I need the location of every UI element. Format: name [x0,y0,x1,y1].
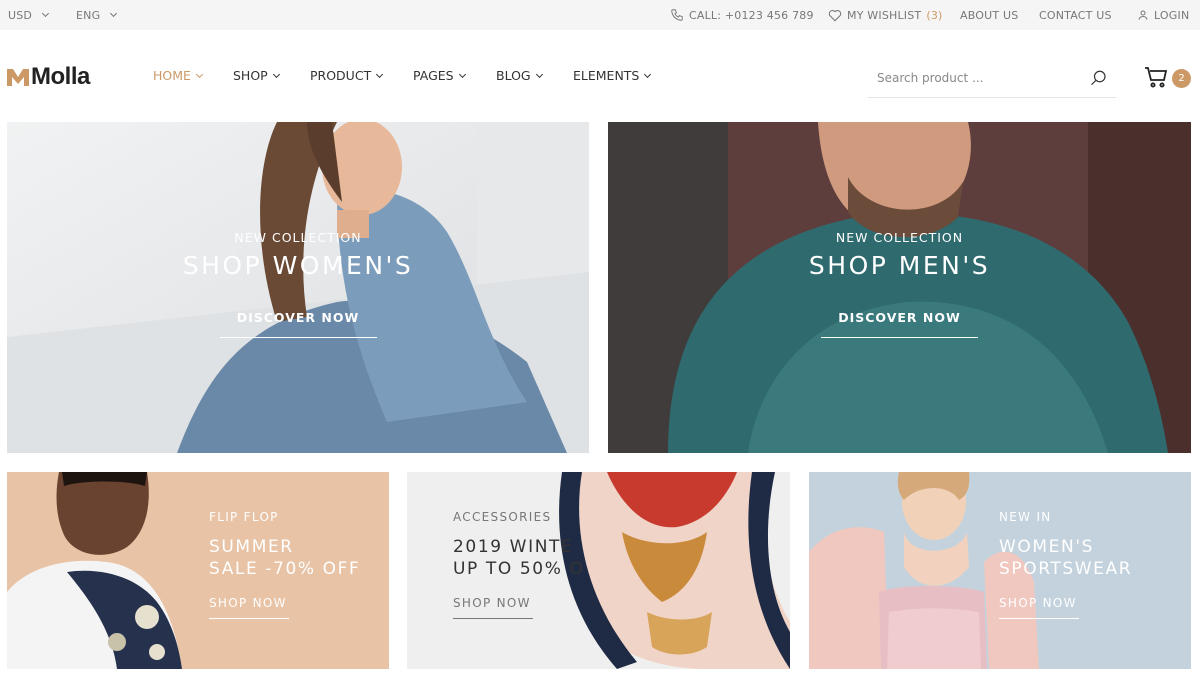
chevron-down-icon [376,70,384,78]
call-link[interactable]: CALL: +0123 456 789 [670,0,814,30]
logo-text: Molla [31,63,90,90]
search-icon[interactable] [1090,69,1108,87]
call-label: CALL: +0123 456 789 [689,8,814,22]
banner-flipflop-subtitle: FLIP FLOP [209,510,279,524]
language-label: ENG [76,8,101,22]
phone-icon [671,9,683,21]
logo-mark-icon [7,69,29,86]
banner-sportswear-title: WOMEN'S SPORTSWEAR [999,537,1133,579]
search-input[interactable] [877,68,1077,88]
chevron-down-icon [195,70,203,78]
banner-women-subtitle: NEW COLLECTION [234,230,362,245]
nav-home-label: HOME [153,68,191,83]
nav-pages[interactable]: PAGES [413,68,496,83]
search-box [868,60,1116,98]
banner-men[interactable]: NEW COLLECTION SHOP MEN'S DISCOVER NOW [608,122,1191,453]
banner-men-title: SHOP MEN'S [808,251,991,280]
header: Molla HOME SHOP PRODUCT PAGES BLOG ELEME… [0,30,1200,122]
chevron-down-icon [458,70,466,78]
cart-count-badge: 2 [1172,69,1191,88]
wishlist-label: MY WISHLIST [847,8,922,22]
nav-product-label: PRODUCT [310,68,372,83]
chevron-down-icon [272,70,280,78]
nav-blog[interactable]: BLOG [496,68,573,83]
banner-flipflop[interactable]: FLIP FLOP SUMMER SALE -70% OFF SHOP NOW [7,472,389,669]
about-link[interactable]: ABOUT US [960,0,1018,30]
banner-women-title: SHOP WOMEN'S [182,251,414,280]
nav-blog-label: BLOG [496,68,531,83]
banner-accessories[interactable]: ACCESSORIES 2019 WINTE UP TO 50% O SHOP … [407,472,790,669]
banner-women-discover-button[interactable]: DISCOVER NOW [219,310,377,338]
nav-shop[interactable]: SHOP [233,68,310,83]
banner-sportswear-subtitle: NEW IN [999,510,1052,524]
nav-product[interactable]: PRODUCT [310,68,413,83]
heart-icon [828,9,842,21]
wishlist-count: (3) [926,8,943,22]
banner-women-content: NEW COLLECTION SHOP WOMEN'S DISCOVER NOW [7,230,589,338]
banner-men-discover-button[interactable]: DISCOVER NOW [821,310,978,338]
banner-men-content: NEW COLLECTION SHOP MEN'S DISCOVER NOW [608,230,1191,338]
about-label: ABOUT US [960,8,1019,22]
banner-flipflop-shop-button[interactable]: SHOP NOW [209,596,289,619]
nav-home[interactable]: HOME [153,68,233,83]
banner-accessories-shop-button[interactable]: SHOP NOW [453,596,533,619]
logo[interactable]: Molla [7,63,90,91]
chevron-down-icon [644,70,652,78]
currency-selector[interactable]: USD [8,0,50,30]
top-bar: USD ENG CALL: +0123 456 789 MY WISHLIST … [0,0,1200,30]
user-icon [1138,10,1148,20]
currency-label: USD [8,8,33,22]
banner-sportswear-content: NEW IN WOMEN'S SPORTSWEAR SHOP NOW [999,510,1132,619]
banner-flipflop-content: FLIP FLOP SUMMER SALE -70% OFF SHOP NOW [209,510,360,619]
banner-men-subtitle: NEW COLLECTION [835,230,964,245]
contact-link[interactable]: CONTACT US [1039,0,1112,30]
chevron-down-icon [535,70,543,78]
banner-sportswear[interactable]: NEW IN WOMEN'S SPORTSWEAR SHOP NOW [809,472,1191,669]
banner-accessories-title: 2019 WINTE UP TO 50% O [453,537,585,579]
nav-elements[interactable]: ELEMENTS [573,68,652,83]
banner-flipflop-title: SUMMER SALE -70% OFF [209,537,361,579]
main-nav: HOME SHOP PRODUCT PAGES BLOG ELEMENTS [153,68,652,83]
cart-icon [1145,67,1168,88]
chevron-down-icon [42,9,50,18]
chevron-down-icon [110,9,118,18]
banner-accessories-subtitle: ACCESSORIES [453,510,552,524]
nav-elements-label: ELEMENTS [573,68,640,83]
banner-accessories-content: ACCESSORIES 2019 WINTE UP TO 50% O SHOP … [453,510,584,619]
login-link[interactable]: LOGIN [1137,0,1189,30]
banner-sportswear-shop-button[interactable]: SHOP NOW [999,596,1079,619]
language-selector[interactable]: ENG [76,0,118,30]
banner-women[interactable]: NEW COLLECTION SHOP WOMEN'S DISCOVER NOW [7,122,589,453]
cart-button[interactable]: 2 [1144,66,1192,92]
nav-pages-label: PAGES [413,68,454,83]
login-label: LOGIN [1154,8,1190,22]
nav-shop-label: SHOP [233,68,268,83]
wishlist-link[interactable]: MY WISHLIST (3) [828,0,943,30]
contact-label: CONTACT US [1039,8,1112,22]
